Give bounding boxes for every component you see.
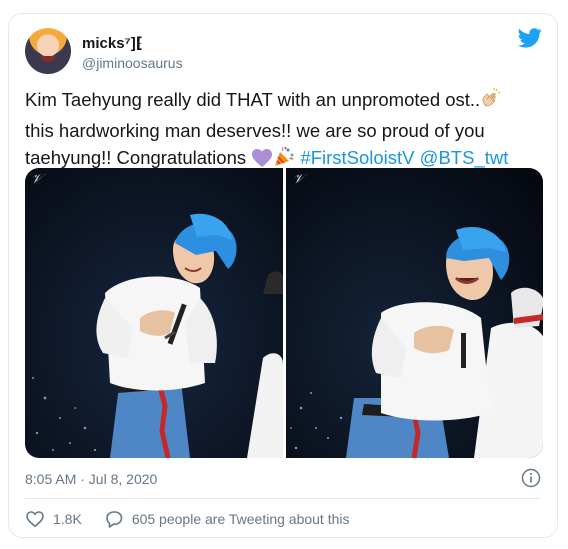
tweet-text: Kim Taehyung really did THAT with an unp… [25, 86, 545, 175]
media-grid[interactable]: 𝒱 𝒱 [25, 168, 543, 458]
heart-icon [26, 511, 44, 528]
clapping-hands-icon [480, 88, 502, 117]
twitter-bird-icon[interactable] [518, 28, 542, 48]
watermark-left: 𝒱 [31, 172, 42, 187]
like-count: 1.8K [53, 511, 82, 527]
tweet-line-1: Kim Taehyung really did THAT with an unp… [25, 86, 545, 117]
tweet-text-line1: Kim Taehyung really did THAT with an unp… [25, 89, 481, 110]
hashtag-link[interactable]: #FirstSoloistV [300, 147, 414, 168]
user-handle[interactable]: @jiminoosaurus [82, 55, 183, 71]
conversation-text: 605 people are Tweeting about this [131, 511, 350, 527]
divider [25, 498, 541, 499]
speech-bubble-icon [106, 511, 123, 528]
display-name[interactable]: micks⁷]⁅ [82, 34, 143, 52]
info-icon[interactable] [521, 468, 541, 488]
photo-left[interactable] [25, 168, 283, 458]
tweet-timestamp[interactable]: 8:05 AM · Jul 8, 2020 [25, 471, 157, 487]
tweet-actions: 1.8K 605 people are Tweeting about this [25, 508, 350, 530]
tweet-text-line3: taehyung!! Congratulations [25, 147, 252, 168]
mention-link[interactable]: @BTS_twt [420, 147, 509, 168]
tweet-line-2: this hardworking man deserves!! we are s… [25, 120, 485, 141]
conversation-button[interactable]: 605 people are Tweeting about this [104, 509, 350, 529]
like-button[interactable]: 1.8K [25, 509, 82, 529]
avatar[interactable] [25, 28, 71, 74]
tweet-card: micks⁷]⁅ @jiminoosaurus Kim Taehyung rea… [8, 13, 558, 538]
photo-right[interactable] [286, 168, 543, 458]
watermark-right: 𝒱 [293, 172, 304, 187]
